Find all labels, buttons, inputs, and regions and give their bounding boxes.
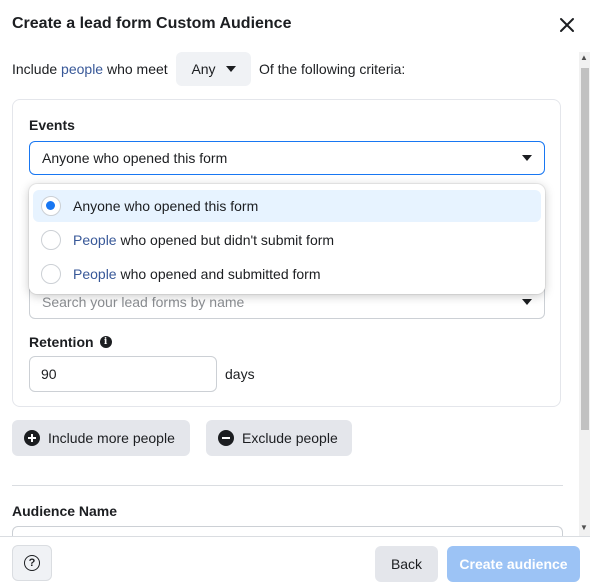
radio-selected-icon (41, 196, 61, 216)
events-dropdown-menu: Anyone who opened this form People who o… (29, 184, 545, 294)
criteria-prefix: Include (12, 61, 58, 77)
events-selected-value: Anyone who opened this form (42, 150, 228, 166)
radio-icon (41, 230, 61, 250)
help-icon: ? (24, 555, 40, 571)
close-icon[interactable] (556, 14, 578, 36)
help-button[interactable]: ? (12, 545, 52, 581)
include-more-label: Include more people (48, 430, 175, 446)
plus-circle-icon (24, 430, 40, 446)
chevron-down-icon (522, 155, 532, 161)
events-select[interactable]: Anyone who opened this form (29, 141, 545, 175)
criteria-suffix: Of the following criteria: (259, 61, 406, 77)
match-type-dropdown[interactable]: Any (176, 52, 251, 86)
events-label: Events (29, 117, 75, 133)
retention-label-row: Retention i (29, 334, 112, 350)
dialog-title: Create a lead form Custom Audience (12, 15, 292, 32)
chevron-down-icon (522, 299, 532, 305)
criteria-middle: who meet (106, 61, 168, 77)
criteria-row: Include people who meet (12, 52, 168, 86)
event-option-opened-submitted[interactable]: People who opened and submitted form (33, 258, 541, 290)
retention-unit: days (225, 366, 255, 382)
info-icon[interactable]: i (99, 336, 112, 348)
retention-value: 90 (41, 366, 57, 382)
option-label: Anyone who opened this form (73, 198, 259, 214)
option-label: People who opened and submitted form (73, 266, 321, 282)
option-label: People who opened but didn't submit form (73, 232, 335, 248)
divider (12, 485, 563, 486)
chevron-down-icon (225, 66, 236, 72)
scroll-up-arrow-icon[interactable]: ▲ (580, 54, 588, 62)
people-link[interactable]: people (61, 61, 103, 77)
retention-label: Retention (29, 334, 94, 350)
include-more-people-button[interactable]: Include more people (12, 420, 190, 456)
scrollbar-thumb[interactable] (581, 68, 589, 430)
scroll-down-arrow-icon[interactable]: ▼ (580, 524, 588, 532)
exclude-label: Exclude people (242, 430, 338, 446)
audience-name-label: Audience Name (12, 503, 118, 519)
minus-circle-icon (218, 430, 234, 446)
retention-input[interactable]: 90 (29, 356, 217, 392)
event-option-opened-not-submitted[interactable]: People who opened but didn't submit form (33, 224, 541, 256)
exclude-people-button[interactable]: Exclude people (206, 420, 352, 456)
create-audience-button[interactable]: Create audience (447, 546, 580, 582)
match-type-value: Any (191, 61, 216, 77)
lead-form-search-placeholder: Search your lead forms by name (42, 294, 245, 310)
event-option-anyone-opened[interactable]: Anyone who opened this form (33, 190, 541, 222)
back-button[interactable]: Back (375, 546, 438, 582)
radio-icon (41, 264, 61, 284)
